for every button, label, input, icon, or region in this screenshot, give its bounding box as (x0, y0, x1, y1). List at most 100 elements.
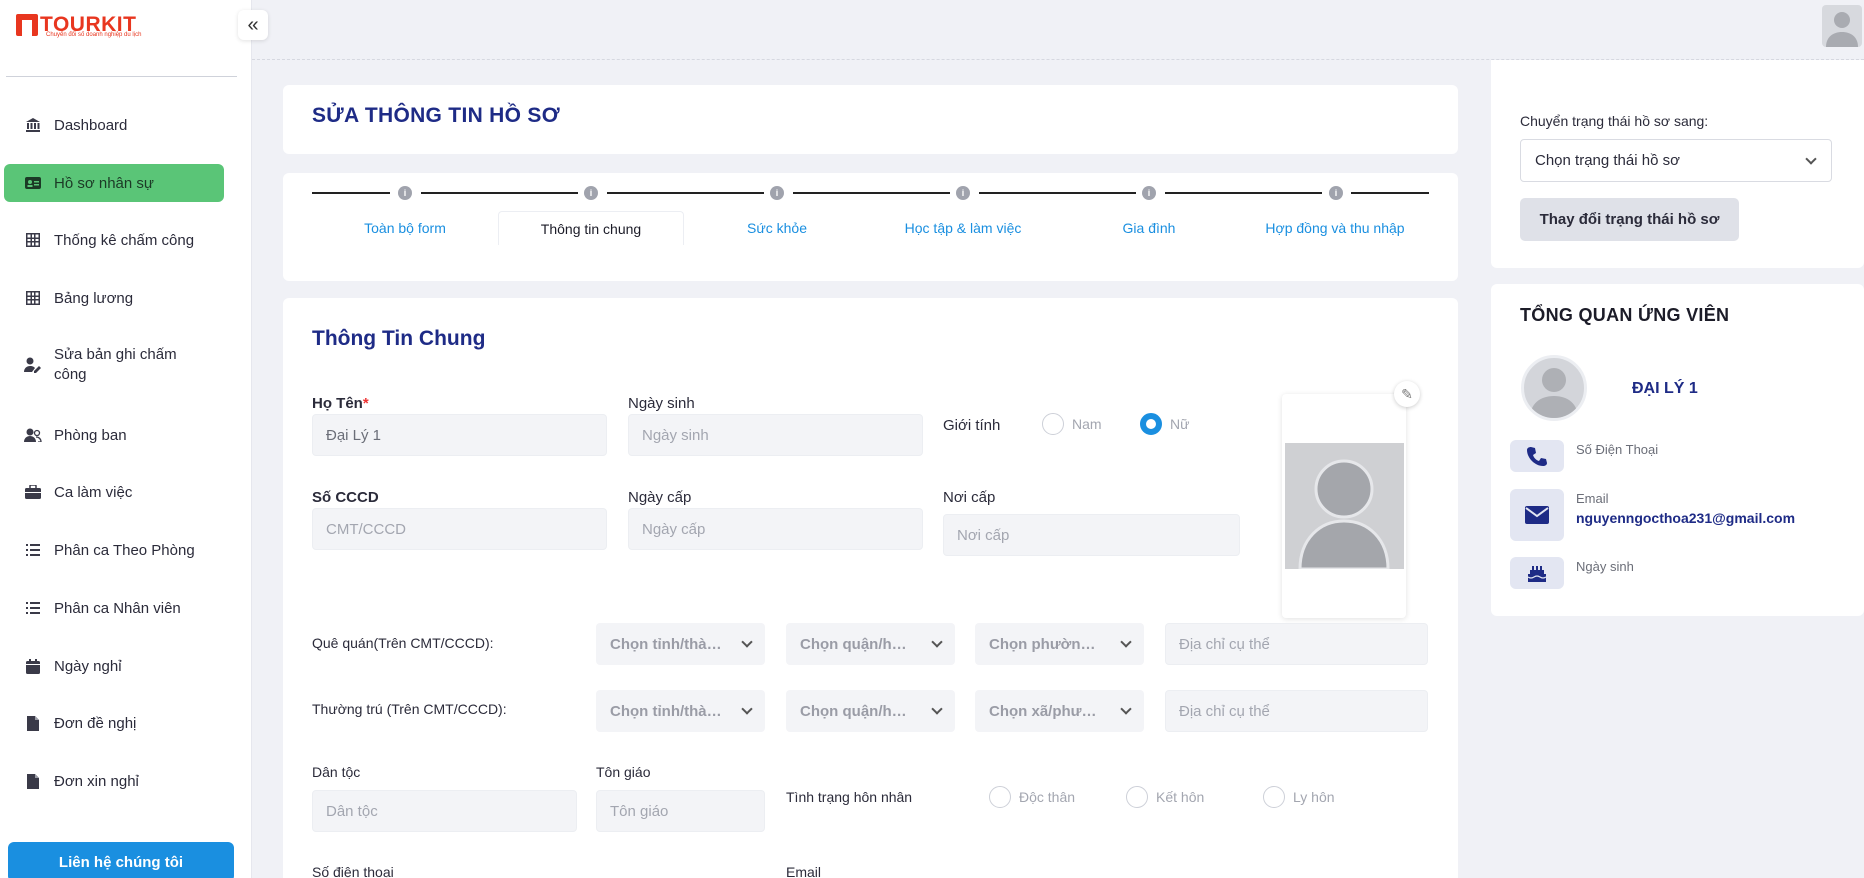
marital-single-radio[interactable]: Độc thân (989, 786, 1075, 808)
sidebar-item-phan-ca-theo-phong[interactable]: Phân ca Theo Phòng (4, 535, 224, 565)
hometown-ward-select[interactable]: Chọn phường/xã (975, 623, 1144, 665)
religion-label: Tôn giáo (596, 764, 651, 780)
step-connector (607, 192, 764, 194)
user-silhouette-icon (1285, 443, 1404, 569)
change-status-button[interactable]: Thay đổi trạng thái hồ sơ (1520, 198, 1739, 241)
marital-married-radio[interactable]: Kết hôn (1126, 786, 1204, 808)
radio-circle (1126, 786, 1148, 808)
gender-female-radio[interactable]: Nữ (1140, 413, 1189, 435)
status-label: Chuyển trạng thái hồ sơ sang: (1520, 113, 1709, 129)
sidebar-item-bang-luong[interactable]: Bảng lương (4, 283, 224, 313)
collapse-sidebar-button[interactable]: « (238, 10, 268, 40)
select-value: Chọn phường/xã (989, 635, 1104, 653)
name-input[interactable]: Đại Lý 1 (312, 414, 607, 456)
tab-thong-tin-chung[interactable]: Thông tin chung (498, 211, 684, 245)
table-icon (24, 290, 42, 306)
sidebar-divider (6, 76, 237, 77)
user-avatar[interactable] (1822, 5, 1862, 47)
step-connector (1351, 192, 1429, 194)
phone-icon (1510, 440, 1564, 472)
contact-us-button[interactable]: Liên hệ chúng tôi (8, 842, 234, 878)
sidebar-item-dashboard[interactable]: Dashboard (4, 110, 224, 140)
sidebar-item-ca-lam-viec[interactable]: Ca làm việc (4, 477, 224, 507)
sidebar-item-phan-ca-nhan-vien[interactable]: Phân ca Nhân viên (4, 593, 224, 623)
step-info-icon: i (584, 186, 598, 200)
chevron-down-icon (741, 703, 753, 715)
select-value: Chọn tỉnh/thành phố (610, 702, 725, 720)
step-info-icon: i (398, 186, 412, 200)
step-connector (312, 192, 390, 194)
issue-place-label: Nơi cấp (943, 489, 996, 506)
chevron-down-icon (1120, 636, 1132, 648)
tab-gia-dinh[interactable]: Gia đình (1056, 211, 1242, 245)
chevron-down-icon (1120, 703, 1132, 715)
envelope-icon (1510, 489, 1564, 541)
overview-phone-label: Số Điện Thoại (1576, 442, 1659, 457)
step-info-icon: i (1329, 186, 1343, 200)
edit-photo-button[interactable]: ✎ (1394, 381, 1420, 407)
hometown-label: Quê quán(Trên CMT/CCCD): (312, 635, 494, 651)
issue-date-input[interactable]: Ngày cấp (628, 508, 923, 550)
radio-label: Nam (1072, 416, 1102, 432)
residence-address-input[interactable]: Địa chỉ cụ thể (1165, 690, 1428, 732)
sidebar-item-label: Sửa bản ghi chấm công (54, 346, 177, 383)
select-value: Chọn xã/phường (989, 702, 1104, 720)
overview-email-label: Email (1576, 491, 1609, 506)
marital-status-label: Tình trạng hôn nhân (786, 789, 913, 805)
sidebar-item-sua-ban-ghi-cham-cong[interactable]: Sửa bản ghi chấm công (4, 345, 224, 387)
top-bar (252, 0, 1864, 60)
tab-toan-bo-form[interactable]: Toàn bộ form (312, 211, 498, 245)
sidebar-item-phong-ban[interactable]: Phòng ban (4, 420, 224, 450)
step-info-icon: i (1142, 186, 1156, 200)
sidebar-item-label: Thống kê chấm công (54, 231, 195, 249)
status-select[interactable]: Chọn trạng thái hồ sơ (1520, 139, 1832, 182)
marital-divorced-radio[interactable]: Ly hôn (1263, 786, 1335, 808)
tab-hoc-tap-lam-viec[interactable]: Học tập & làm việc (870, 211, 1056, 245)
sidebar-item-thong-ke-cham-cong[interactable]: Thống kê chấm công (4, 225, 224, 255)
briefcase-icon (24, 484, 42, 500)
hometown-district-select[interactable]: Chọn quận/huyện (786, 623, 955, 665)
tab-hop-dong-thu-nhap[interactable]: Hợp đồng và thu nhập (1242, 211, 1428, 245)
double-chevron-left-icon: « (247, 13, 259, 36)
overview-title: TỔNG QUAN ỨNG VIÊN (1520, 305, 1730, 325)
gender-male-radio[interactable]: Nam (1042, 413, 1102, 435)
religion-input[interactable]: Tôn giáo (596, 790, 765, 832)
radio-label: Ly hôn (1293, 789, 1335, 805)
sidebar-item-label: Dashboard (54, 116, 128, 134)
residence-district-select[interactable]: Chọn quận/huyện (786, 690, 955, 732)
ethnic-input[interactable]: Dân tộc (312, 790, 577, 832)
hometown-province-select[interactable]: Chọn tỉnh/thành phố (596, 623, 765, 665)
overview-dob-label: Ngày sinh (1576, 559, 1634, 574)
radio-circle (989, 786, 1011, 808)
chevron-down-icon (931, 703, 943, 715)
residence-ward-select[interactable]: Chọn xã/phường (975, 690, 1144, 732)
sidebar-item-ho-so-nhan-su[interactable]: Hồ sơ nhân sự (4, 164, 224, 202)
ethnic-label: Dân tộc (312, 764, 361, 780)
tab-suc-khoe[interactable]: Sức khỏe (684, 211, 870, 245)
step-connector (421, 192, 578, 194)
phone-label: Số điện thoại (312, 864, 394, 878)
residence-province-select[interactable]: Chọn tỉnh/thành phố (596, 690, 765, 732)
brand-tagline: Chuyển đổi số doanh nghiệp du lịch (46, 32, 142, 38)
brand-logo[interactable]: TOURKIT Chuyển đổi số doanh nghiệp du lị… (16, 10, 141, 40)
file-icon (24, 773, 42, 789)
candidate-name: ĐẠI LÝ 1 (1632, 380, 1698, 397)
overview-email-value[interactable]: nguyenngocthoa231@gmail.com (1576, 510, 1795, 526)
id-label: Số CCCD (312, 489, 379, 506)
hometown-address-input[interactable]: Địa chỉ cụ thể (1165, 623, 1428, 665)
user-silhouette-icon (1826, 12, 1858, 47)
sidebar-item-ngay-nghi[interactable]: Ngày nghỉ (4, 651, 224, 681)
step-connector (979, 192, 1136, 194)
radio-label: Nữ (1170, 416, 1190, 432)
id-card-icon (24, 175, 42, 191)
sidebar-item-label: Phân ca Theo Phòng (54, 541, 195, 559)
issue-place-input[interactable]: Nơi cấp (943, 514, 1240, 556)
id-input[interactable]: CMT/CCCD (312, 508, 607, 550)
sidebar-item-don-xin-nghi[interactable]: Đơn xin nghỉ (4, 766, 224, 796)
radio-circle (1263, 786, 1285, 808)
select-value: Chọn quận/huyện (800, 635, 915, 653)
file-icon (24, 715, 42, 731)
sidebar-item-don-de-nghi[interactable]: Đơn đề nghị (4, 708, 224, 738)
dob-input[interactable]: Ngày sinh (628, 414, 923, 456)
sidebar-item-label: Đơn đề nghị (54, 714, 137, 732)
